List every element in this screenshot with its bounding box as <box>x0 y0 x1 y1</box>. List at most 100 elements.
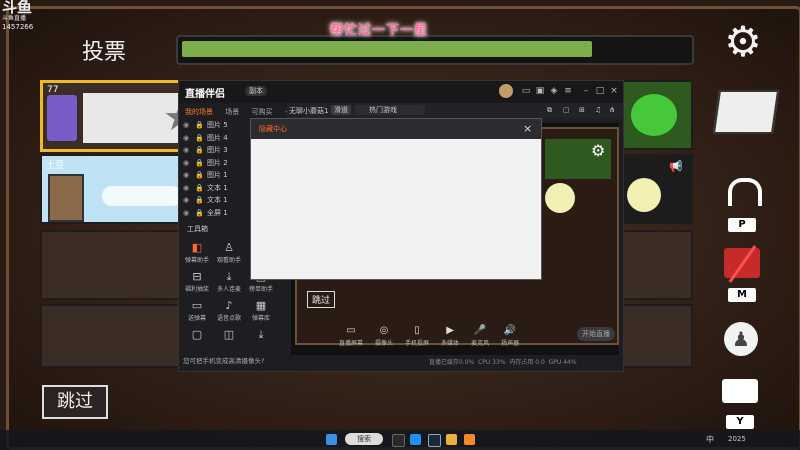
platform-logo: 斗鱼 <box>2 0 33 16</box>
speaker-control[interactable]: 🔊 扬声器 <box>501 325 519 347</box>
chat-control[interactable]: Y <box>720 375 762 429</box>
tool-multi-mic[interactable]: ⤓ 多人连麦 <box>215 270 243 293</box>
media-control[interactable]: ▶ 多媒体 <box>441 325 459 347</box>
lock-icon[interactable]: 🔒 <box>195 157 204 170</box>
dialog-close-button[interactable]: × <box>523 122 532 135</box>
lock-icon[interactable]: 🔒 <box>195 182 204 195</box>
stat-item: GPU 44% <box>548 359 577 366</box>
eye-icon[interactable]: ◉ <box>183 119 191 132</box>
minimize-icon[interactable]: – <box>581 86 591 96</box>
player-tile[interactable]: 📢 <box>615 154 693 224</box>
eye-icon[interactable]: ◉ <box>183 182 191 195</box>
tool-icon: ▢ <box>191 328 203 341</box>
skip-vote-button[interactable]: 跳过 <box>42 385 108 419</box>
notification-icon[interactable]: ♫ <box>595 106 601 114</box>
scene-tag[interactable]: 滑道 <box>331 105 351 115</box>
room-number: 1457266 <box>2 23 34 31</box>
tool-icon: ◫ <box>223 328 235 341</box>
streaming-app-icon[interactable] <box>464 434 475 445</box>
role-info-icon[interactable]: ♟ <box>724 322 758 356</box>
clip-icon[interactable]: ⧉ <box>547 106 552 115</box>
toolbox-title: 工具箱 <box>187 225 208 233</box>
screen-capture-control[interactable]: ▭ 直播屏幕 <box>339 325 363 347</box>
tool-send-danmu[interactable]: ▭ 送弹幕 <box>183 299 211 322</box>
layout-icon[interactable]: ▣ <box>535 86 545 96</box>
microphone-control[interactable]: 🎤 麦克风 <box>471 325 489 347</box>
hot-game-selector[interactable]: 热门游戏 <box>355 105 425 115</box>
folder-icon[interactable] <box>446 434 457 445</box>
speaker-icon: 🔊 <box>503 325 517 336</box>
tab-scenes[interactable]: 场景 <box>225 108 239 116</box>
app-badge[interactable]: 副本 <box>245 86 267 96</box>
monitor-icon: ▭ <box>346 325 356 336</box>
download-icon: ⤓ <box>226 270 232 283</box>
phone-cast-control[interactable]: ▯ 手机投屏 <box>405 325 429 347</box>
task-view-icon[interactable] <box>392 434 405 447</box>
chat-key-label: Y <box>726 415 754 429</box>
message-icon[interactable]: ▭ <box>521 86 531 96</box>
tool-item[interactable]: ▢ <box>183 328 211 342</box>
modal-dialog: 隐藏中心 × <box>250 118 542 280</box>
close-icon[interactable]: × <box>609 86 619 96</box>
player-tile-selected[interactable]: 77 ★ <box>40 80 197 152</box>
user-avatar[interactable] <box>499 84 513 98</box>
browser-icon[interactable] <box>410 434 421 445</box>
lock-icon[interactable]: 🔒 <box>195 119 204 132</box>
lock-icon[interactable]: 🔒 <box>195 194 204 207</box>
taskbar-search[interactable]: 搜索 <box>345 433 383 445</box>
start-icon[interactable] <box>326 434 337 445</box>
tray-clock[interactable]: 2025 <box>728 435 746 443</box>
mute-control[interactable]: M <box>724 245 760 302</box>
lock-icon[interactable]: 🔒 <box>195 132 204 145</box>
lock-icon[interactable]: 🔒 <box>195 169 204 182</box>
status-hint[interactable]: 您可把手机变成高清摄像头? <box>183 355 264 365</box>
tab-my-scenes[interactable]: 我的场景 <box>185 108 213 116</box>
chat-icon: ▭ <box>191 299 203 312</box>
player-tile[interactable]: 土豆 <box>40 154 194 224</box>
settings-gear-icon[interactable]: ⚙ <box>720 17 766 66</box>
lock-icon[interactable]: 🔒 <box>195 144 204 157</box>
menu-icon[interactable]: ≡ <box>563 86 573 96</box>
map-icon[interactable] <box>712 90 780 134</box>
platform-watermark: 斗鱼 斗鱼直播 1457266 <box>2 0 34 31</box>
danmu-icon: ◧ <box>191 241 203 254</box>
tab-purchasable[interactable]: 可购买 <box>251 108 272 116</box>
record-icon[interactable]: ▢ <box>563 106 570 114</box>
input-language[interactable]: 中 <box>706 434 714 445</box>
microphone-icon: 🎤 <box>473 325 487 336</box>
camera-control[interactable]: ◎ 摄像头 <box>375 325 393 347</box>
dialog-header: 隐藏中心 × <box>251 119 541 139</box>
eye-icon[interactable]: ◉ <box>183 132 191 145</box>
gift-icon: ⊟ <box>192 270 202 283</box>
chat-bubble-icon <box>722 379 758 403</box>
start-live-button[interactable]: 开始直播 <box>577 327 615 341</box>
skin-icon[interactable]: ◈ <box>549 86 559 96</box>
player-tile[interactable] <box>615 80 693 150</box>
tool-voice-song[interactable]: ♪ 语音点歌 <box>215 299 243 322</box>
tool-viewer-assistant[interactable]: ♙ 观看助手 <box>215 241 243 264</box>
player-tile-empty <box>40 230 194 300</box>
megaphone-icon: 📢 <box>669 160 683 173</box>
person-icon: ♙ <box>224 241 234 254</box>
source-controls: ▭ 直播屏幕 ◎ 摄像头 ▯ 手机投屏 ▶ 多媒体 🎤 麦克风 🔊 扬声器 <box>339 325 519 347</box>
player-tile-empty <box>40 304 194 368</box>
eye-icon[interactable]: ◉ <box>183 194 191 207</box>
lock-icon[interactable]: 🔒 <box>195 207 204 220</box>
eye-icon[interactable]: ◉ <box>183 144 191 157</box>
tool-danmu-library[interactable]: ▦ 弹幕库 <box>247 299 275 322</box>
screenshot-icon[interactable]: ⊞ <box>579 106 585 114</box>
player-avatar <box>631 94 677 136</box>
tool-item[interactable]: ◫ <box>215 328 243 342</box>
tool-item[interactable]: ⤓ <box>247 328 275 342</box>
eye-icon[interactable]: ◉ <box>183 207 191 220</box>
share-icon[interactable]: ⋔ <box>609 106 615 114</box>
stat-item: 内存占用 0.0 <box>509 359 545 366</box>
media-icon: ▶ <box>446 325 454 336</box>
tool-lottery[interactable]: ⊟ 福利抽奖 <box>183 270 211 293</box>
eye-icon[interactable]: ◉ <box>183 157 191 170</box>
maximize-icon[interactable]: □ <box>595 86 605 96</box>
tool-danmu-assistant[interactable]: ◧ 弹幕助手 <box>183 241 211 264</box>
steam-icon[interactable] <box>428 434 441 447</box>
voice-chat-control[interactable]: P <box>724 178 762 232</box>
eye-icon[interactable]: ◉ <box>183 169 191 182</box>
